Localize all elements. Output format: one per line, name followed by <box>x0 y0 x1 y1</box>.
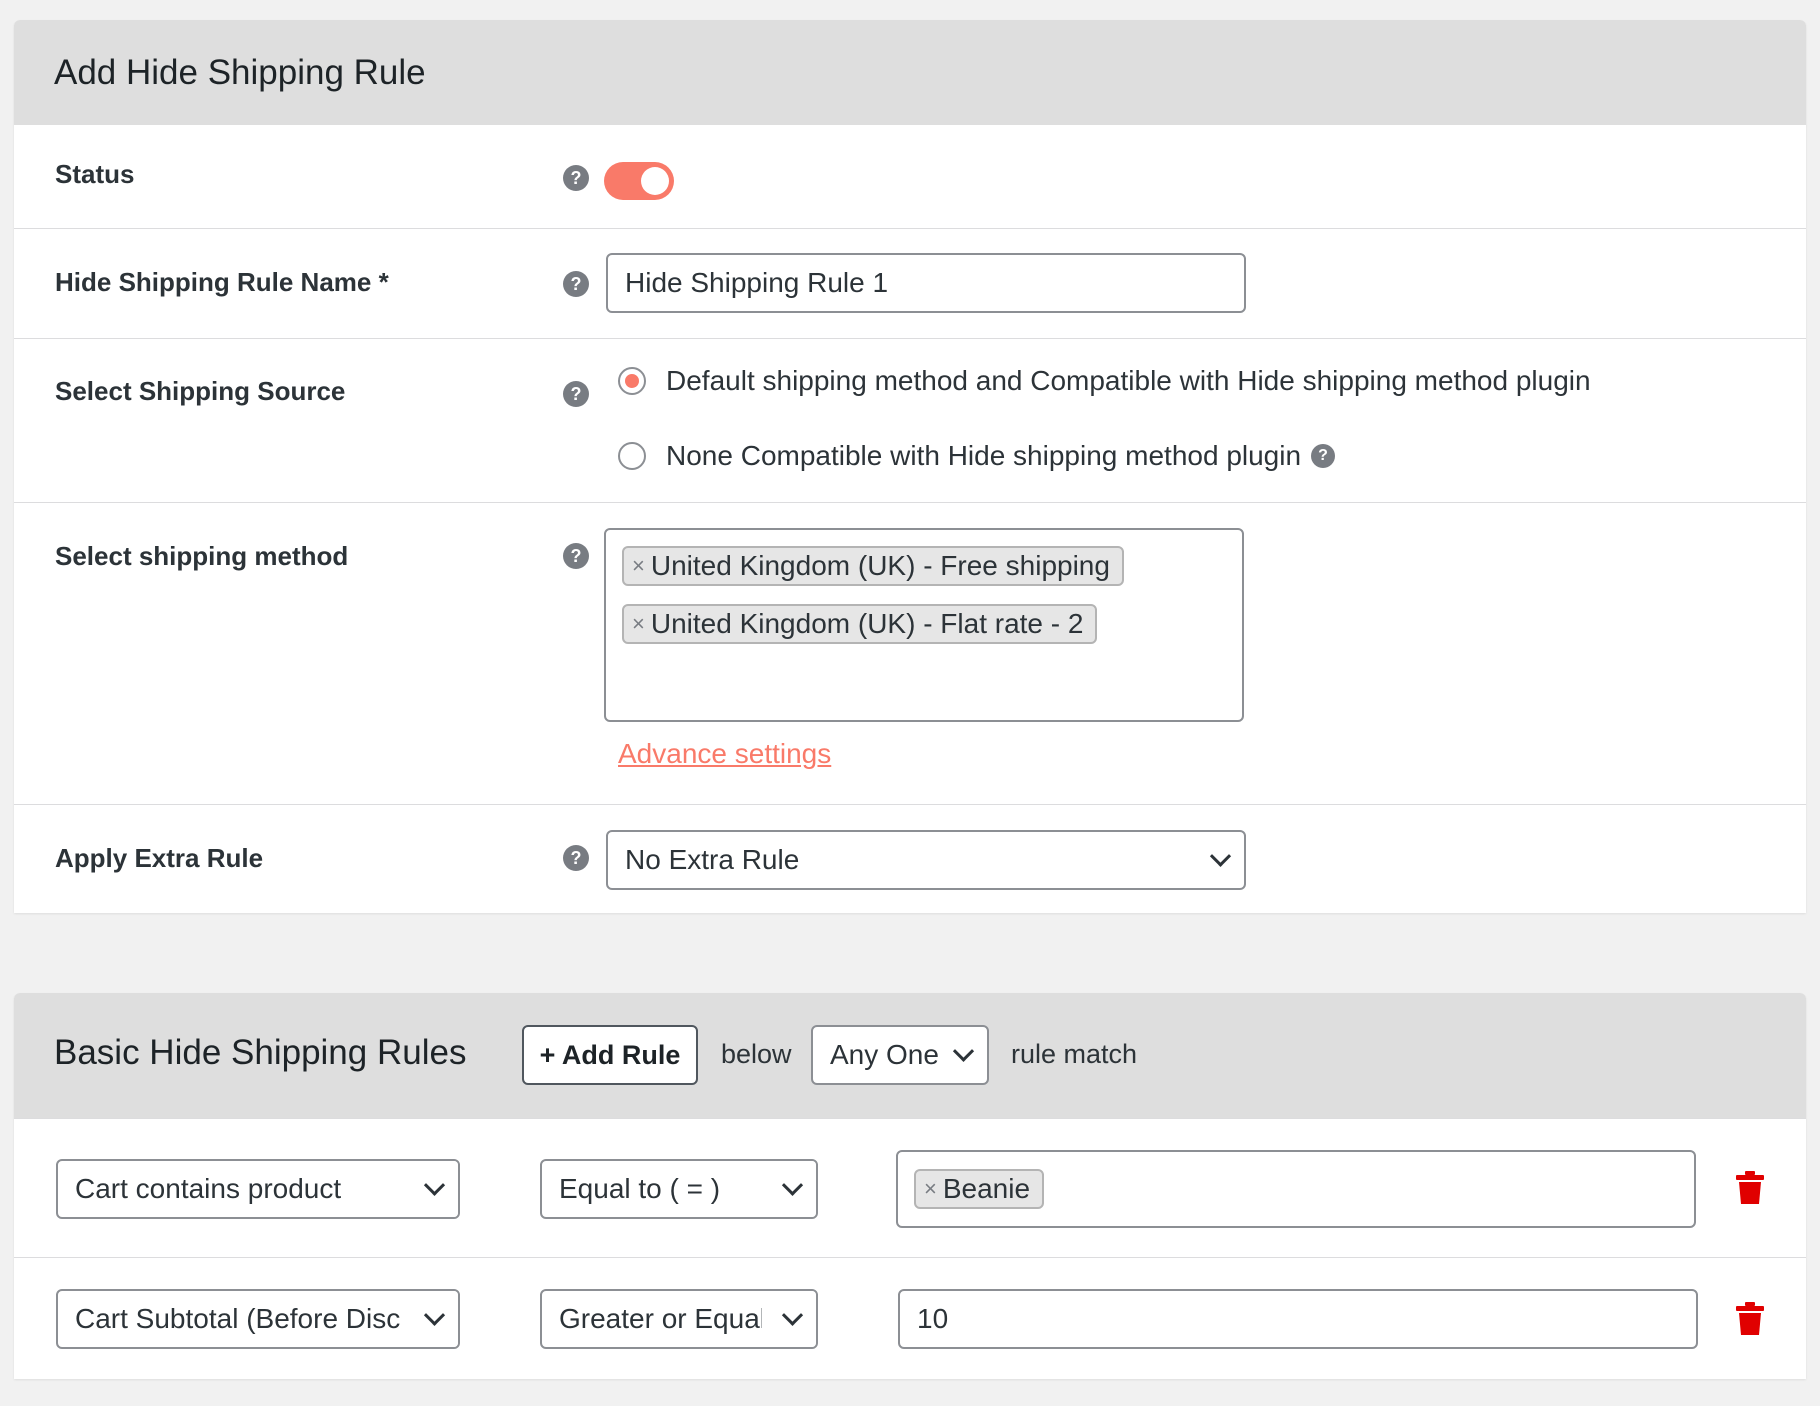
close-icon[interactable]: × <box>632 611 645 637</box>
shipping-method-label: Select shipping method <box>55 541 349 571</box>
rule-row: Cart contains product Equal to ( = ) × B… <box>14 1118 1806 1258</box>
rule-name-row: Hide Shipping Rule Name * ? Hide Shippin… <box>14 229 1806 339</box>
radio-dot <box>625 374 639 388</box>
product-multiselect[interactable]: × Beanie <box>896 1150 1696 1228</box>
add-rule-button[interactable]: + Add Rule <box>522 1025 698 1085</box>
radio-label: None Compatible with Hide shipping metho… <box>666 440 1302 471</box>
rule-name-value: Hide Shipping Rule 1 <box>625 267 889 298</box>
radio-label: Default shipping method and Compatible w… <box>666 365 1591 396</box>
trash-icon[interactable] <box>1736 1171 1764 1205</box>
help-icon[interactable]: ? <box>563 381 589 407</box>
extra-rule-row: Apply Extra Rule ? No Extra Rule <box>14 805 1806 913</box>
basic-rules-header: Basic Hide Shipping Rules + Add Rule bel… <box>14 993 1806 1118</box>
status-row: Status ? <box>14 125 1806 229</box>
below-text: below <box>721 1039 792 1069</box>
help-icon[interactable]: ? <box>563 845 589 871</box>
extra-rule-select[interactable]: No Extra Rule <box>606 830 1246 890</box>
match-select[interactable]: Any One <box>811 1025 989 1085</box>
rule-row: Cart Subtotal (Before Disc Greater or Eq… <box>14 1258 1806 1379</box>
help-icon[interactable]: ? <box>1311 444 1336 468</box>
add-rule-card: Add Hide Shipping Rule Status ? Hide Shi… <box>14 20 1806 913</box>
rule-match-text: rule match <box>1011 1039 1138 1069</box>
extra-rule-label: Apply Extra Rule <box>55 843 264 873</box>
operator-select[interactable]: Equal to ( = ) <box>540 1159 818 1219</box>
subtotal-value-input[interactable]: 10 <box>898 1289 1698 1349</box>
tag-label: United Kingdom (UK) - Flat rate - 2 <box>650 608 1084 639</box>
radio-option-none-compatible[interactable]: None Compatible with Hide shipping metho… <box>618 440 1336 472</box>
shipping-method-row: Select shipping method ? × United Kingdo… <box>14 503 1806 805</box>
advance-settings-link[interactable]: Advance settings <box>618 738 831 770</box>
help-icon[interactable]: ? <box>563 543 589 569</box>
product-tag: × Beanie <box>914 1169 1045 1209</box>
condition-value: Cart Subtotal (Before Disc <box>75 1303 401 1334</box>
basic-rules-title: Basic Hide Shipping Rules <box>54 1033 467 1072</box>
shipping-source-label: Select Shipping Source <box>55 376 346 406</box>
page-title: Add Hide Shipping Rule <box>54 52 426 92</box>
operator-select[interactable]: Greater or Equal <box>540 1289 818 1349</box>
operator-value: Greater or Equal <box>559 1303 766 1334</box>
radio-button[interactable] <box>618 367 646 395</box>
rule-name-label: Hide Shipping Rule Name * <box>55 267 389 297</box>
shipping-method-tag: × United Kingdom (UK) - Free shipping <box>622 546 1124 586</box>
radio-option-default[interactable]: Default shipping method and Compatible w… <box>618 365 1591 397</box>
subtotal-value: 10 <box>917 1303 949 1334</box>
shipping-method-multiselect[interactable]: × United Kingdom (UK) - Free shipping × … <box>604 528 1244 722</box>
chevron-down-icon <box>952 1040 975 1062</box>
operator-value: Equal to ( = ) <box>559 1173 721 1204</box>
trash-icon[interactable] <box>1736 1302 1764 1336</box>
shipping-source-row: Select Shipping Source ? Default shippin… <box>14 339 1806 503</box>
condition-select[interactable]: Cart Subtotal (Before Disc <box>56 1289 460 1349</box>
match-select-value: Any One <box>830 1039 939 1070</box>
toggle-knob <box>641 167 669 195</box>
tag-label: United Kingdom (UK) - Free shipping <box>650 550 1110 581</box>
status-label: Status <box>55 159 135 189</box>
help-icon[interactable]: ? <box>563 271 589 297</box>
help-icon[interactable]: ? <box>563 165 589 191</box>
chevron-down-icon <box>1209 845 1232 867</box>
close-icon[interactable]: × <box>924 1176 937 1202</box>
radio-button[interactable] <box>618 442 646 470</box>
tag-label: Beanie <box>942 1173 1031 1204</box>
rule-name-input[interactable]: Hide Shipping Rule 1 <box>606 253 1246 313</box>
condition-select[interactable]: Cart contains product <box>56 1159 460 1219</box>
add-rule-header: Add Hide Shipping Rule <box>14 20 1806 125</box>
status-toggle[interactable] <box>604 162 674 200</box>
condition-value: Cart contains product <box>75 1173 342 1204</box>
extra-rule-value: No Extra Rule <box>625 844 800 875</box>
close-icon[interactable]: × <box>632 553 645 579</box>
shipping-method-tag: × United Kingdom (UK) - Flat rate - 2 <box>622 604 1098 644</box>
basic-rules-card: Basic Hide Shipping Rules + Add Rule bel… <box>14 993 1806 1379</box>
